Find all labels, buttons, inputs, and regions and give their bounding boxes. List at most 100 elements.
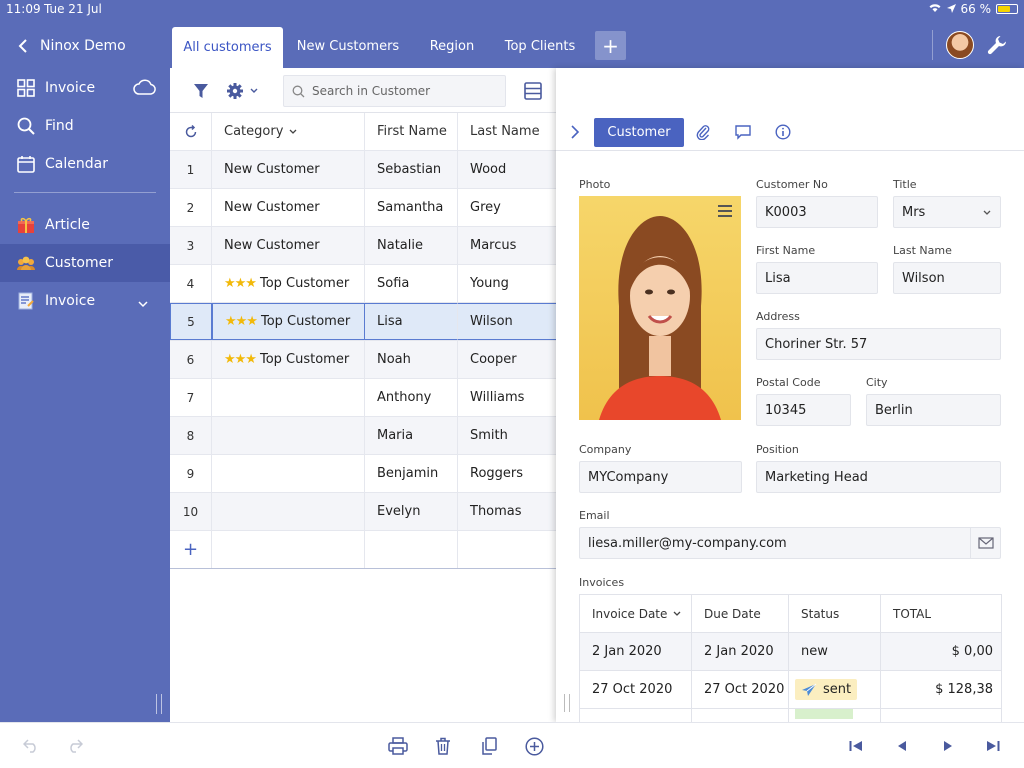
avatar[interactable] (946, 31, 974, 59)
label-city: City (866, 376, 888, 389)
database-name: Ninox Demo (40, 38, 126, 54)
column-header-due-date[interactable]: Due Date (692, 595, 789, 632)
previous-record-icon[interactable] (891, 735, 913, 757)
battery-icon (996, 4, 1018, 14)
sidebar-item-calendar[interactable]: Calendar (0, 145, 170, 183)
sidebar: Ninox Demo Invoice Find Calendar Article (0, 18, 170, 722)
city-field[interactable]: Berlin (866, 394, 1001, 426)
menu-icon[interactable] (718, 205, 732, 220)
table-row[interactable]: 10 Evelyn Thomas (170, 493, 556, 531)
sidebar-item-customer[interactable]: Customer (0, 244, 170, 282)
table-row[interactable]: 3 New Customer Natalie Marcus (170, 227, 556, 265)
sidebar-item-invoice-overview[interactable]: Invoice (0, 69, 170, 107)
redo-icon[interactable] (64, 735, 86, 757)
table-bottom-border (170, 568, 556, 569)
invoice-row[interactable]: 27 Oct 2020 27 Oct 2020 sent $ 128,38 (580, 671, 1001, 709)
wrench-icon[interactable] (986, 34, 1008, 56)
sidebar-item-find[interactable]: Find (0, 107, 170, 145)
label-email: Email (579, 509, 610, 522)
stars-icon: ★★★ (224, 276, 257, 291)
sidebar-divider (14, 192, 156, 193)
status-badge: sent (795, 679, 858, 700)
portrait-image (599, 216, 721, 420)
email-field[interactable]: liesa.miller@my-company.com (579, 527, 1001, 559)
column-header-first-name[interactable]: First Name (365, 113, 458, 150)
column-header-category[interactable]: Category (212, 113, 365, 150)
settings-menu-button[interactable] (222, 80, 262, 102)
status-badge (795, 709, 853, 719)
comment-icon[interactable] (734, 123, 752, 141)
tab-all-customers[interactable]: All customers (172, 27, 283, 68)
info-icon[interactable] (774, 123, 792, 141)
first-record-icon[interactable] (845, 735, 867, 757)
filter-icon[interactable] (190, 80, 212, 102)
invoices-table: Invoice Date Due Date Status TOTAL 2 Jan… (579, 594, 1002, 723)
table-row-selected[interactable]: 5 ★★★ Top Customer Lisa Wilson (170, 303, 556, 341)
wifi-icon (928, 2, 942, 16)
paperclip-icon[interactable] (694, 123, 712, 141)
add-tab-button[interactable]: + (595, 31, 626, 60)
label-position: Position (756, 443, 799, 456)
position-field[interactable]: Marketing Head (756, 461, 1001, 493)
tab-customer-form[interactable]: Customer (594, 118, 684, 147)
column-header-invoice-date[interactable]: Invoice Date (580, 595, 692, 632)
table-row[interactable]: 2 New Customer Samantha Grey (170, 189, 556, 227)
envelope-icon[interactable] (970, 527, 1000, 559)
last-name-field[interactable]: Wilson (893, 262, 1001, 294)
cloud-icon[interactable] (133, 78, 157, 100)
sidebar-item-invoice[interactable]: Invoice (0, 282, 170, 320)
undo-icon[interactable] (20, 735, 42, 757)
chevron-down-icon (250, 88, 258, 93)
add-circle-icon[interactable] (523, 735, 545, 757)
next-record-icon[interactable] (937, 735, 959, 757)
customer-no-field[interactable]: K0003 (756, 196, 878, 228)
add-row[interactable]: + (170, 531, 556, 569)
status-time: 11:09 (6, 2, 41, 16)
address-field[interactable]: Choriner Str. 57 (756, 328, 1001, 360)
first-name-field[interactable]: Lisa (756, 262, 878, 294)
status-bar: 11:09 Tue 21 Jul 66 % (0, 0, 1024, 18)
calendar-icon (16, 154, 36, 174)
search-input[interactable]: Search in Customer (283, 75, 506, 107)
table-row[interactable]: 4 ★★★ Top Customer Sofia Young (170, 265, 556, 303)
table-row[interactable]: 1 New Customer Sebastian Wood (170, 151, 556, 189)
table-row[interactable]: 9 Benjamin Roggers (170, 455, 556, 493)
column-header-last-name[interactable]: Last Name (458, 113, 556, 150)
customer-photo[interactable] (579, 196, 741, 420)
plus-icon: + (602, 33, 619, 58)
label-first-name: First Name (756, 244, 816, 257)
table-row[interactable]: 7 Anthony Williams (170, 379, 556, 417)
column-header-status[interactable]: Status (789, 595, 881, 632)
view-layout-icon[interactable] (522, 80, 544, 102)
last-record-icon[interactable] (982, 735, 1004, 757)
title-select[interactable]: Mrs (893, 196, 1001, 228)
company-field[interactable]: MYCompany (579, 461, 742, 493)
print-icon[interactable] (387, 735, 409, 757)
tab-new-customers[interactable]: New Customers (292, 28, 404, 64)
bottom-toolbar (0, 722, 1024, 768)
trash-icon[interactable] (432, 735, 454, 757)
table-row[interactable]: 6 ★★★ Top Customer Noah Cooper (170, 341, 556, 379)
refresh-icon[interactable] (170, 113, 212, 150)
chevron-right-icon[interactable] (566, 123, 584, 141)
duplicate-icon[interactable] (478, 735, 500, 757)
tab-region[interactable]: Region (420, 28, 484, 64)
sidebar-resize-handle[interactable] (156, 694, 162, 714)
column-header-total[interactable]: TOTAL (881, 595, 1001, 632)
label-title: Title (893, 178, 917, 191)
back-button[interactable]: Ninox Demo (18, 36, 126, 56)
chevron-down-icon[interactable] (138, 296, 148, 312)
chevron-left-icon (18, 39, 27, 53)
postal-code-field[interactable]: 10345 (756, 394, 851, 426)
sidebar-item-article[interactable]: Article (0, 206, 170, 244)
search-placeholder: Search in Customer (312, 84, 431, 98)
add-record-button[interactable]: + (170, 531, 212, 568)
stars-icon: ★★★ (224, 352, 257, 367)
panel-resize-handle[interactable] (564, 694, 570, 712)
gift-icon (16, 215, 36, 235)
table-row[interactable]: 8 Maria Smith (170, 417, 556, 455)
invoice-row-partial[interactable] (580, 709, 1001, 723)
chevron-down-icon (289, 129, 297, 134)
tab-top-clients[interactable]: Top Clients (500, 28, 580, 64)
invoice-row[interactable]: 2 Jan 2020 2 Jan 2020 new $ 0,00 (580, 633, 1001, 671)
